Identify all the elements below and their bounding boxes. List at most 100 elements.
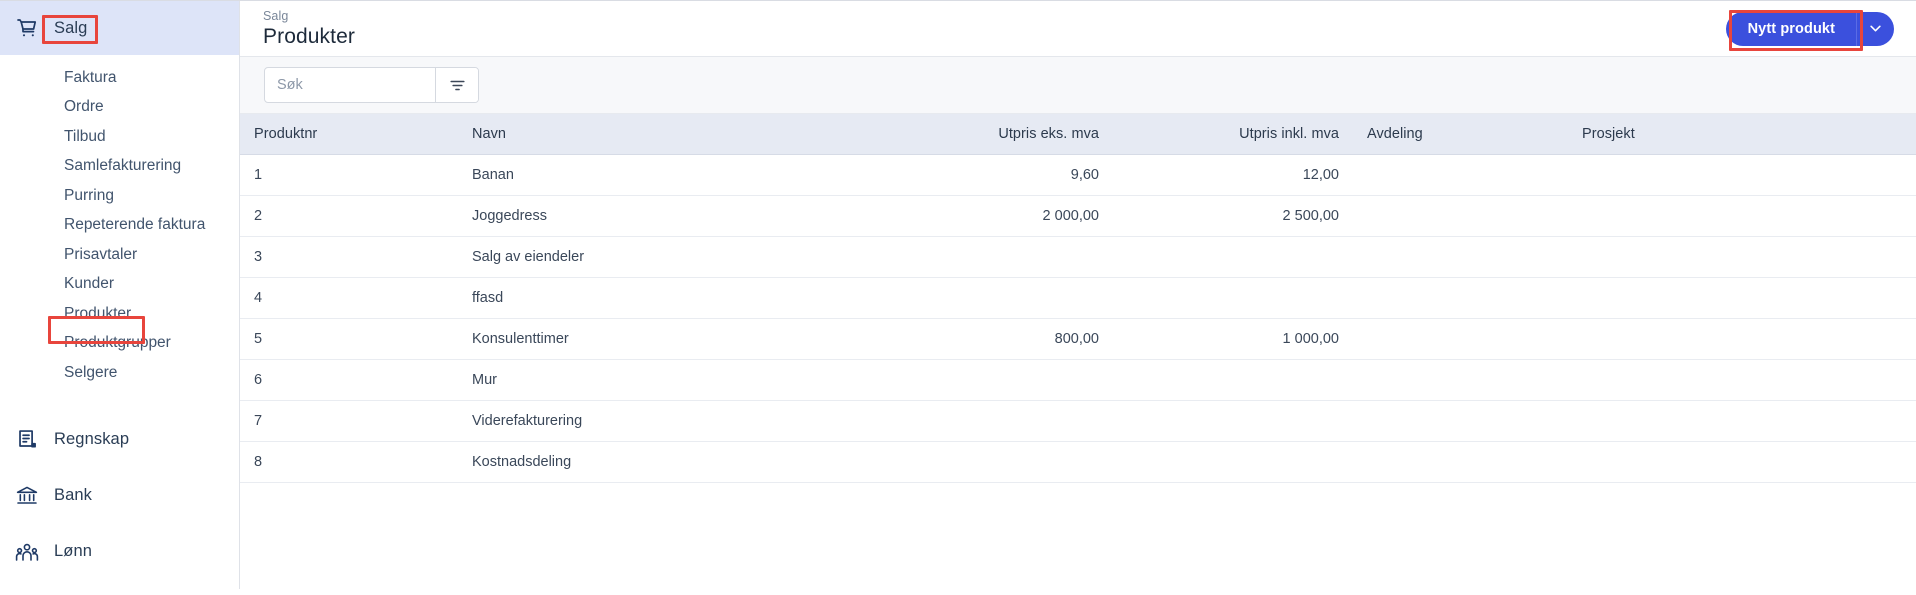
column-header-navn[interactable]: Navn bbox=[458, 114, 783, 155]
cell-produktnr: 1 bbox=[240, 154, 458, 196]
cell-prosjekt bbox=[1568, 400, 1916, 442]
new-product-dropdown-button[interactable] bbox=[1856, 11, 1894, 46]
sidebar-item-repeterende-faktura[interactable]: Repeterende faktura bbox=[0, 211, 239, 241]
cell-produktnr: 8 bbox=[240, 441, 458, 483]
sidebar-group-bank[interactable]: Bank bbox=[0, 468, 239, 524]
cell-utpris_eks: 9,60 bbox=[783, 154, 1113, 196]
cell-avdeling bbox=[1353, 318, 1568, 360]
cell-avdeling bbox=[1353, 359, 1568, 401]
new-product-button[interactable]: Nytt produkt bbox=[1725, 11, 1856, 46]
sidebar-group-lonn[interactable]: Lønn bbox=[0, 524, 239, 580]
filter-button[interactable] bbox=[435, 68, 478, 102]
cell-produktnr: 3 bbox=[240, 236, 458, 278]
products-table-container: Produktnr Navn Utpris eks. mva Utpris in… bbox=[240, 113, 1916, 595]
sidebar-group-label-regnskap: Regnskap bbox=[54, 430, 130, 449]
table-toolbar bbox=[240, 57, 1916, 113]
cell-navn: Joggedress bbox=[458, 195, 783, 237]
cell-utpris_inkl bbox=[1113, 441, 1353, 483]
sidebar-group-regnskap[interactable]: Regnskap bbox=[0, 412, 239, 468]
cell-produktnr: 7 bbox=[240, 400, 458, 442]
search-input[interactable] bbox=[265, 68, 435, 102]
cell-navn: ffasd bbox=[458, 277, 783, 319]
products-table: Produktnr Navn Utpris eks. mva Utpris in… bbox=[240, 114, 1916, 483]
document-icon bbox=[14, 427, 40, 453]
filter-icon bbox=[448, 76, 467, 95]
column-header-avdeling[interactable]: Avdeling bbox=[1353, 114, 1568, 155]
sidebar-item-faktura[interactable]: Faktura bbox=[0, 63, 239, 93]
cell-navn: Kostnadsdeling bbox=[458, 441, 783, 483]
sidebar-item-purring[interactable]: Purring bbox=[0, 181, 239, 211]
app-root: Salg Faktura Ordre Tilbud Samlefaktureri… bbox=[0, 0, 1916, 595]
table-row[interactable]: 3 Salg av eiendeler bbox=[240, 236, 1916, 278]
breadcrumb: Salg Produkter bbox=[263, 8, 355, 49]
cell-prosjekt bbox=[1568, 359, 1916, 401]
people-icon bbox=[14, 539, 40, 565]
sidebar-item-kunder[interactable]: Kunder bbox=[0, 270, 239, 300]
table-row[interactable]: 1 Banan 9,60 12,00 bbox=[240, 154, 1916, 196]
chevron-down-icon bbox=[1868, 21, 1883, 36]
sidebar-item-produkter[interactable]: Produkter bbox=[0, 299, 239, 329]
shopping-cart-icon bbox=[14, 15, 40, 41]
breadcrumb-salg[interactable]: Salg bbox=[263, 9, 355, 24]
cell-produktnr: 5 bbox=[240, 318, 458, 360]
cell-utpris_inkl bbox=[1113, 359, 1353, 401]
cell-utpris_inkl bbox=[1113, 400, 1353, 442]
table-header-row: Produktnr Navn Utpris eks. mva Utpris in… bbox=[240, 114, 1916, 155]
sidebar-item-selgere[interactable]: Selgere bbox=[0, 358, 239, 388]
main-content: Salg Produkter Nytt produkt Søk Produktn… bbox=[240, 1, 1916, 595]
table-row[interactable]: 2 Joggedress 2 000,00 2 500,00 bbox=[240, 195, 1916, 237]
cell-utpris_inkl: 12,00 bbox=[1113, 154, 1353, 196]
table-row[interactable]: 8 Kostnadsdeling bbox=[240, 441, 1916, 483]
table-row[interactable]: 7 Viderefakturering bbox=[240, 400, 1916, 442]
sidebar-item-prisavtaler[interactable]: Prisavtaler bbox=[0, 240, 239, 270]
table-row[interactable]: 4 ffasd bbox=[240, 277, 1916, 319]
sidebar: Salg Faktura Ordre Tilbud Samlefaktureri… bbox=[0, 1, 240, 589]
column-header-utpris-eks-mva[interactable]: Utpris eks. mva bbox=[783, 114, 1113, 155]
cell-prosjekt bbox=[1568, 277, 1916, 319]
cell-produktnr: 2 bbox=[240, 195, 458, 237]
sidebar-item-samlefakturering[interactable]: Samlefakturering bbox=[0, 152, 239, 182]
cell-navn: Mur bbox=[458, 359, 783, 401]
cell-utpris_inkl bbox=[1113, 277, 1353, 319]
sidebar-group-label-bank: Bank bbox=[54, 486, 93, 505]
table-body: 1 Banan 9,60 12,00 2 Joggedress 2 000,00 2 500,… bbox=[240, 154, 1916, 483]
page-header: Salg Produkter Nytt produkt bbox=[240, 1, 1916, 57]
cell-produktnr: 4 bbox=[240, 277, 458, 319]
sidebar-subnav-salg: Faktura Ordre Tilbud Samlefakturering Pu… bbox=[0, 55, 239, 394]
cell-prosjekt bbox=[1568, 318, 1916, 360]
cell-avdeling bbox=[1353, 441, 1568, 483]
column-header-prosjekt[interactable]: Prosjekt bbox=[1568, 114, 1916, 155]
cell-utpris_eks bbox=[783, 236, 1113, 278]
cell-utpris_eks bbox=[783, 400, 1113, 442]
table-row[interactable]: 6 Mur bbox=[240, 359, 1916, 401]
cell-utpris_eks: 2 000,00 bbox=[783, 195, 1113, 237]
cell-produktnr: 6 bbox=[240, 359, 458, 401]
sidebar-item-produktgrupper[interactable]: Produktgrupper bbox=[0, 329, 239, 359]
cell-prosjekt bbox=[1568, 195, 1916, 237]
cell-prosjekt bbox=[1568, 236, 1916, 278]
cell-utpris_eks bbox=[783, 277, 1113, 319]
cell-prosjekt bbox=[1568, 441, 1916, 483]
cell-avdeling bbox=[1353, 154, 1568, 196]
cell-prosjekt bbox=[1568, 154, 1916, 196]
column-header-utpris-inkl-mva[interactable]: Utpris inkl. mva bbox=[1113, 114, 1353, 155]
sidebar-group-label-salg: Salg bbox=[54, 18, 88, 37]
cell-utpris_inkl: 2 500,00 bbox=[1113, 195, 1353, 237]
table-row[interactable]: 5 Konsulenttimer 800,00 1 000,00 bbox=[240, 318, 1916, 360]
cell-utpris_eks bbox=[783, 441, 1113, 483]
cell-avdeling bbox=[1353, 400, 1568, 442]
sidebar-group-label-lonn: Lønn bbox=[54, 542, 93, 561]
sidebar-item-ordre[interactable]: Ordre bbox=[0, 93, 239, 123]
cell-utpris_inkl bbox=[1113, 236, 1353, 278]
search-box bbox=[264, 67, 479, 103]
cell-navn: Salg av eiendeler bbox=[458, 236, 783, 278]
sidebar-item-tilbud[interactable]: Tilbud bbox=[0, 122, 239, 152]
cell-utpris_eks: 800,00 bbox=[783, 318, 1113, 360]
cell-utpris_eks bbox=[783, 359, 1113, 401]
page-title: Produkter bbox=[263, 24, 355, 48]
column-header-produktnr[interactable]: Produktnr bbox=[240, 114, 458, 155]
table-head: Produktnr Navn Utpris eks. mva Utpris in… bbox=[240, 114, 1916, 155]
bank-icon bbox=[14, 483, 40, 509]
sidebar-group-salg[interactable]: Salg bbox=[0, 1, 239, 55]
